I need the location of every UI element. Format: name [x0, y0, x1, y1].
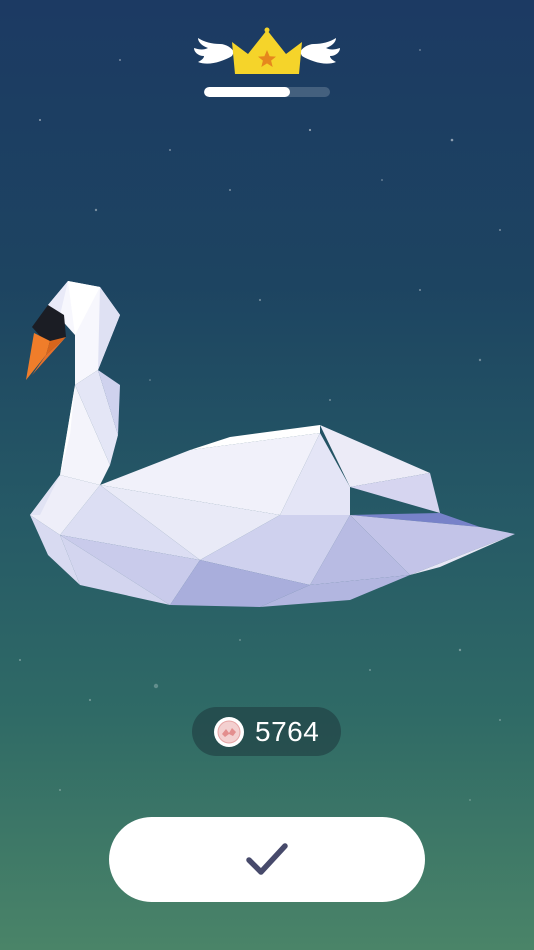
coin-icon: [214, 716, 244, 747]
coin-counter: 5764: [192, 707, 341, 756]
confirm-button[interactable]: [109, 817, 425, 902]
right-wing-icon: [300, 38, 340, 64]
rank-progress-bar: [204, 87, 330, 97]
left-wing-icon: [194, 38, 234, 64]
rank-progress-fill: [204, 87, 290, 97]
coin-count: 5764: [255, 715, 320, 747]
low-poly-swan: [26, 281, 515, 607]
crown-icon: [232, 27, 302, 74]
winged-crown-icon: [194, 27, 340, 74]
checkmark-icon: [246, 842, 288, 875]
